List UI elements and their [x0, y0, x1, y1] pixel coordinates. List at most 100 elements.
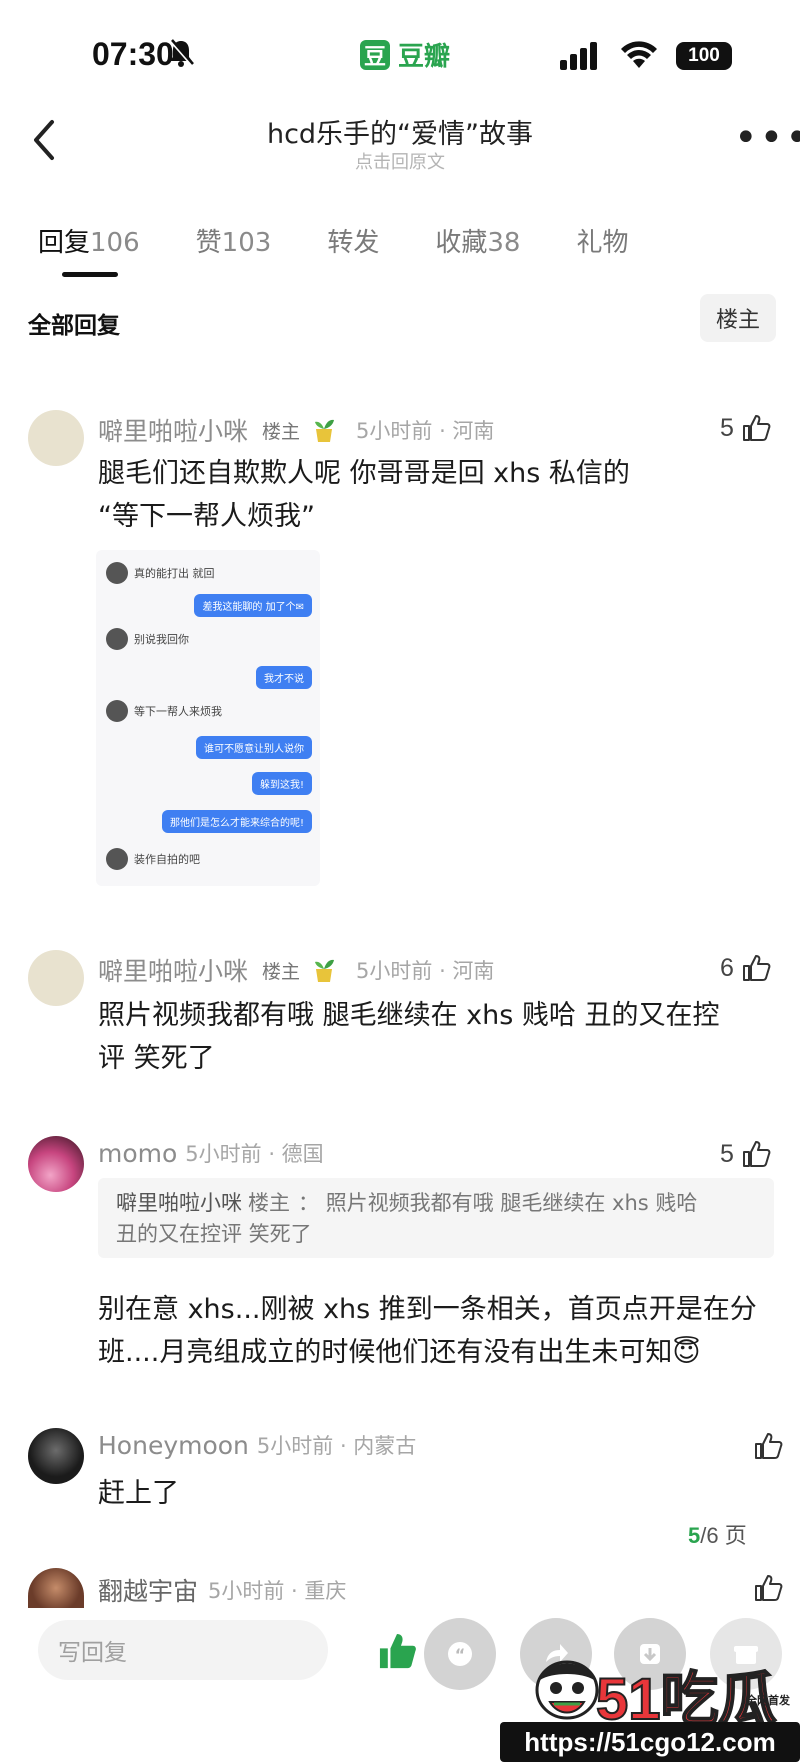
avatar[interactable] — [28, 950, 84, 1006]
tab-label: 转发 — [327, 228, 380, 258]
watermark-mascot-icon — [535, 1660, 599, 1720]
comment-line: 照片视频我都有哦 腿毛继续在 xhs 贱哈 丑的又在控 — [98, 1000, 720, 1031]
tab-replies[interactable]: 回复106 — [38, 222, 140, 259]
post-title: hcd乐手的“爱情”故事 — [266, 119, 534, 150]
attached-chat-screenshot[interactable]: 真的能打出 就回 差我这能聊的 加了个✉ 别说我回你 我才不说 等下一帮人来烦我… — [96, 550, 320, 886]
like-button[interactable]: 5 — [720, 1138, 772, 1170]
quoted-reply: 噼里啪啦小咪 楼主 ： 照片视频我都有哦 腿毛继续在 xhs 贱哈 丑的又在控评 笑… — [116, 1188, 766, 1250]
chat-avatar — [106, 848, 128, 870]
chat-avatar — [106, 700, 128, 722]
tab-label: 收藏 — [435, 228, 488, 258]
thumbs-up-icon — [742, 1141, 771, 1167]
comment-line: 赶上了 — [98, 1478, 179, 1509]
chat-text: 别说我回你 — [134, 633, 189, 646]
like-button[interactable]: 5 — [720, 412, 772, 444]
tab-likes[interactable]: 赞103 — [196, 222, 272, 259]
comment-header: 翻越宇宙 5小时前 · 重庆 — [98, 1572, 346, 1608]
mute-bell-icon — [169, 39, 194, 67]
tab-reshares[interactable]: 转发 — [327, 222, 379, 259]
quoted-separator: ： — [298, 1191, 319, 1215]
tab-gifts[interactable]: 礼物 — [576, 222, 628, 259]
comment-meta: 5小时前 · 内蒙古 — [256, 1434, 417, 1458]
thumbs-up-icon — [755, 1575, 783, 1601]
sprout-badge-icon — [315, 959, 335, 982]
svg-text:“: “ — [455, 1645, 466, 1664]
commenter-name[interactable]: 噼里啪啦小咪 — [98, 412, 248, 448]
comment-body: 赶上了 — [98, 1472, 179, 1515]
op-only-filter-button[interactable]: 楼主 — [700, 294, 776, 342]
chat-row: 装作自拍的吧 — [106, 848, 200, 870]
comment-line: “等下一帮人烦我” — [98, 501, 315, 532]
more-options-icon[interactable]: ••• — [734, 118, 800, 158]
chat-bubble: 躲到这我! — [251, 772, 312, 795]
commenter-name[interactable]: Honeymoon — [98, 1431, 249, 1460]
comment-meta: 5小时前 · 河南 — [356, 959, 495, 983]
quoted-author: 噼里啪啦小咪 — [116, 1191, 242, 1215]
comment-header: Honeymoon 5小时前 · 内蒙古 — [98, 1430, 416, 1460]
thumbs-up-icon — [755, 1433, 783, 1459]
chat-avatar — [106, 562, 128, 584]
commenter-name[interactable]: 噼里啪啦小咪 — [98, 952, 248, 988]
total-pages: /6 页 — [700, 1523, 747, 1548]
like-post-button[interactable] — [376, 1630, 418, 1676]
tab-count: 103 — [221, 228, 272, 258]
like-button[interactable] — [752, 1572, 784, 1604]
current-page: 5 — [688, 1523, 701, 1548]
tab-label: 礼物 — [576, 228, 629, 258]
tab-label: 赞 — [195, 228, 222, 258]
comment-meta: 5小时前 · 河南 — [356, 419, 495, 443]
commenter-name[interactable]: momo — [98, 1139, 177, 1168]
thumbs-up-icon — [742, 955, 771, 981]
sprout-badge-icon — [315, 419, 335, 442]
page-indicator[interactable]: 5/6 页 — [688, 1518, 747, 1550]
battery-indicator: 100 — [676, 42, 732, 70]
douban-logo-text: 豆瓣 — [398, 42, 451, 72]
chat-row: 真的能打出 就回 — [106, 562, 215, 584]
comment-meta: 5小时前 · 重庆 — [208, 1579, 347, 1603]
chat-row: 等下一帮人来烦我 — [106, 700, 222, 722]
douban-logo-mark: 豆 — [360, 39, 390, 70]
commenter-name[interactable]: 翻越宇宙 — [98, 1572, 198, 1608]
status-time: 07:30 — [92, 36, 174, 72]
avatar[interactable] — [28, 1136, 84, 1192]
comment-line: 评 笑死了 — [98, 1043, 215, 1074]
back-to-original-link[interactable]: 点击回原文 — [0, 148, 800, 174]
chat-bubble: 谁可不愿意让别人说你 — [196, 736, 312, 759]
op-badge: 楼主 — [262, 960, 301, 983]
tab-label: 回复 — [38, 228, 91, 258]
thumbs-up-filled-icon — [379, 1633, 416, 1669]
chat-bubble: 差我这能聊的 加了个✉ — [194, 594, 312, 617]
like-button[interactable] — [752, 1430, 784, 1462]
tab-collections[interactable]: 收藏38 — [435, 222, 520, 259]
op-badge: 楼主 — [262, 420, 301, 443]
tab-bar: 回复106 赞103 转发 收藏38 礼物 — [38, 222, 684, 259]
tab-count: 38 — [487, 228, 521, 258]
quoted-op-badge: 楼主 — [248, 1191, 290, 1215]
comment-meta: 5小时前 · 德国 — [185, 1142, 324, 1166]
comment-body: 别在意 xhs...刚被 xhs 推到一条相关，首页点开是在分 班....月亮组… — [98, 1288, 788, 1374]
quoted-line: 噼里啪啦小咪 楼主 ： 照片视频我都有哦 腿毛继续在 xhs 贱哈 — [116, 1188, 766, 1219]
comment-body: 腿毛们还自欺欺人呢 你哥哥是回 xhs 私信的 “等下一帮人烦我” — [98, 452, 778, 538]
like-count: 5 — [720, 1139, 734, 1168]
chat-row: 别说我回你 — [106, 628, 189, 650]
avatar[interactable] — [28, 410, 84, 466]
comment-body: 照片视频我都有哦 腿毛继续在 xhs 贱哈 丑的又在控 评 笑死了 — [98, 994, 788, 1080]
avatar[interactable] — [28, 1568, 84, 1608]
comment-line: 班....月亮组成立的时候他们还有没有出生未可知😇 — [98, 1337, 701, 1368]
quote-icon: “ — [448, 1642, 472, 1666]
like-count: 6 — [720, 953, 734, 982]
wifi-icon — [621, 41, 657, 68]
comment-header: momo 5小时前 · 德国 — [98, 1138, 324, 1168]
comment-line: 腿毛们还自欺欺人呢 你哥哥是回 xhs 私信的 — [98, 458, 630, 489]
avatar[interactable] — [28, 1428, 84, 1484]
like-button[interactable]: 6 — [720, 952, 772, 984]
chat-text: 等下一帮人来烦我 — [134, 705, 222, 718]
quoted-text: 照片视频我都有哦 腿毛继续在 xhs 贱哈 — [325, 1191, 698, 1215]
reply-input[interactable]: 写回复 — [38, 1620, 328, 1680]
active-tab-indicator — [62, 272, 118, 277]
all-replies-heading: 全部回复 — [28, 313, 120, 339]
comment-line: 别在意 xhs...刚被 xhs 推到一条相关，首页点开是在分 — [98, 1294, 757, 1325]
chat-text: 真的能打出 就回 — [134, 567, 215, 580]
comment-button[interactable]: “ — [424, 1618, 496, 1690]
comment-header: 噼里啪啦小咪 楼主 5小时前 · 河南 — [98, 952, 494, 988]
